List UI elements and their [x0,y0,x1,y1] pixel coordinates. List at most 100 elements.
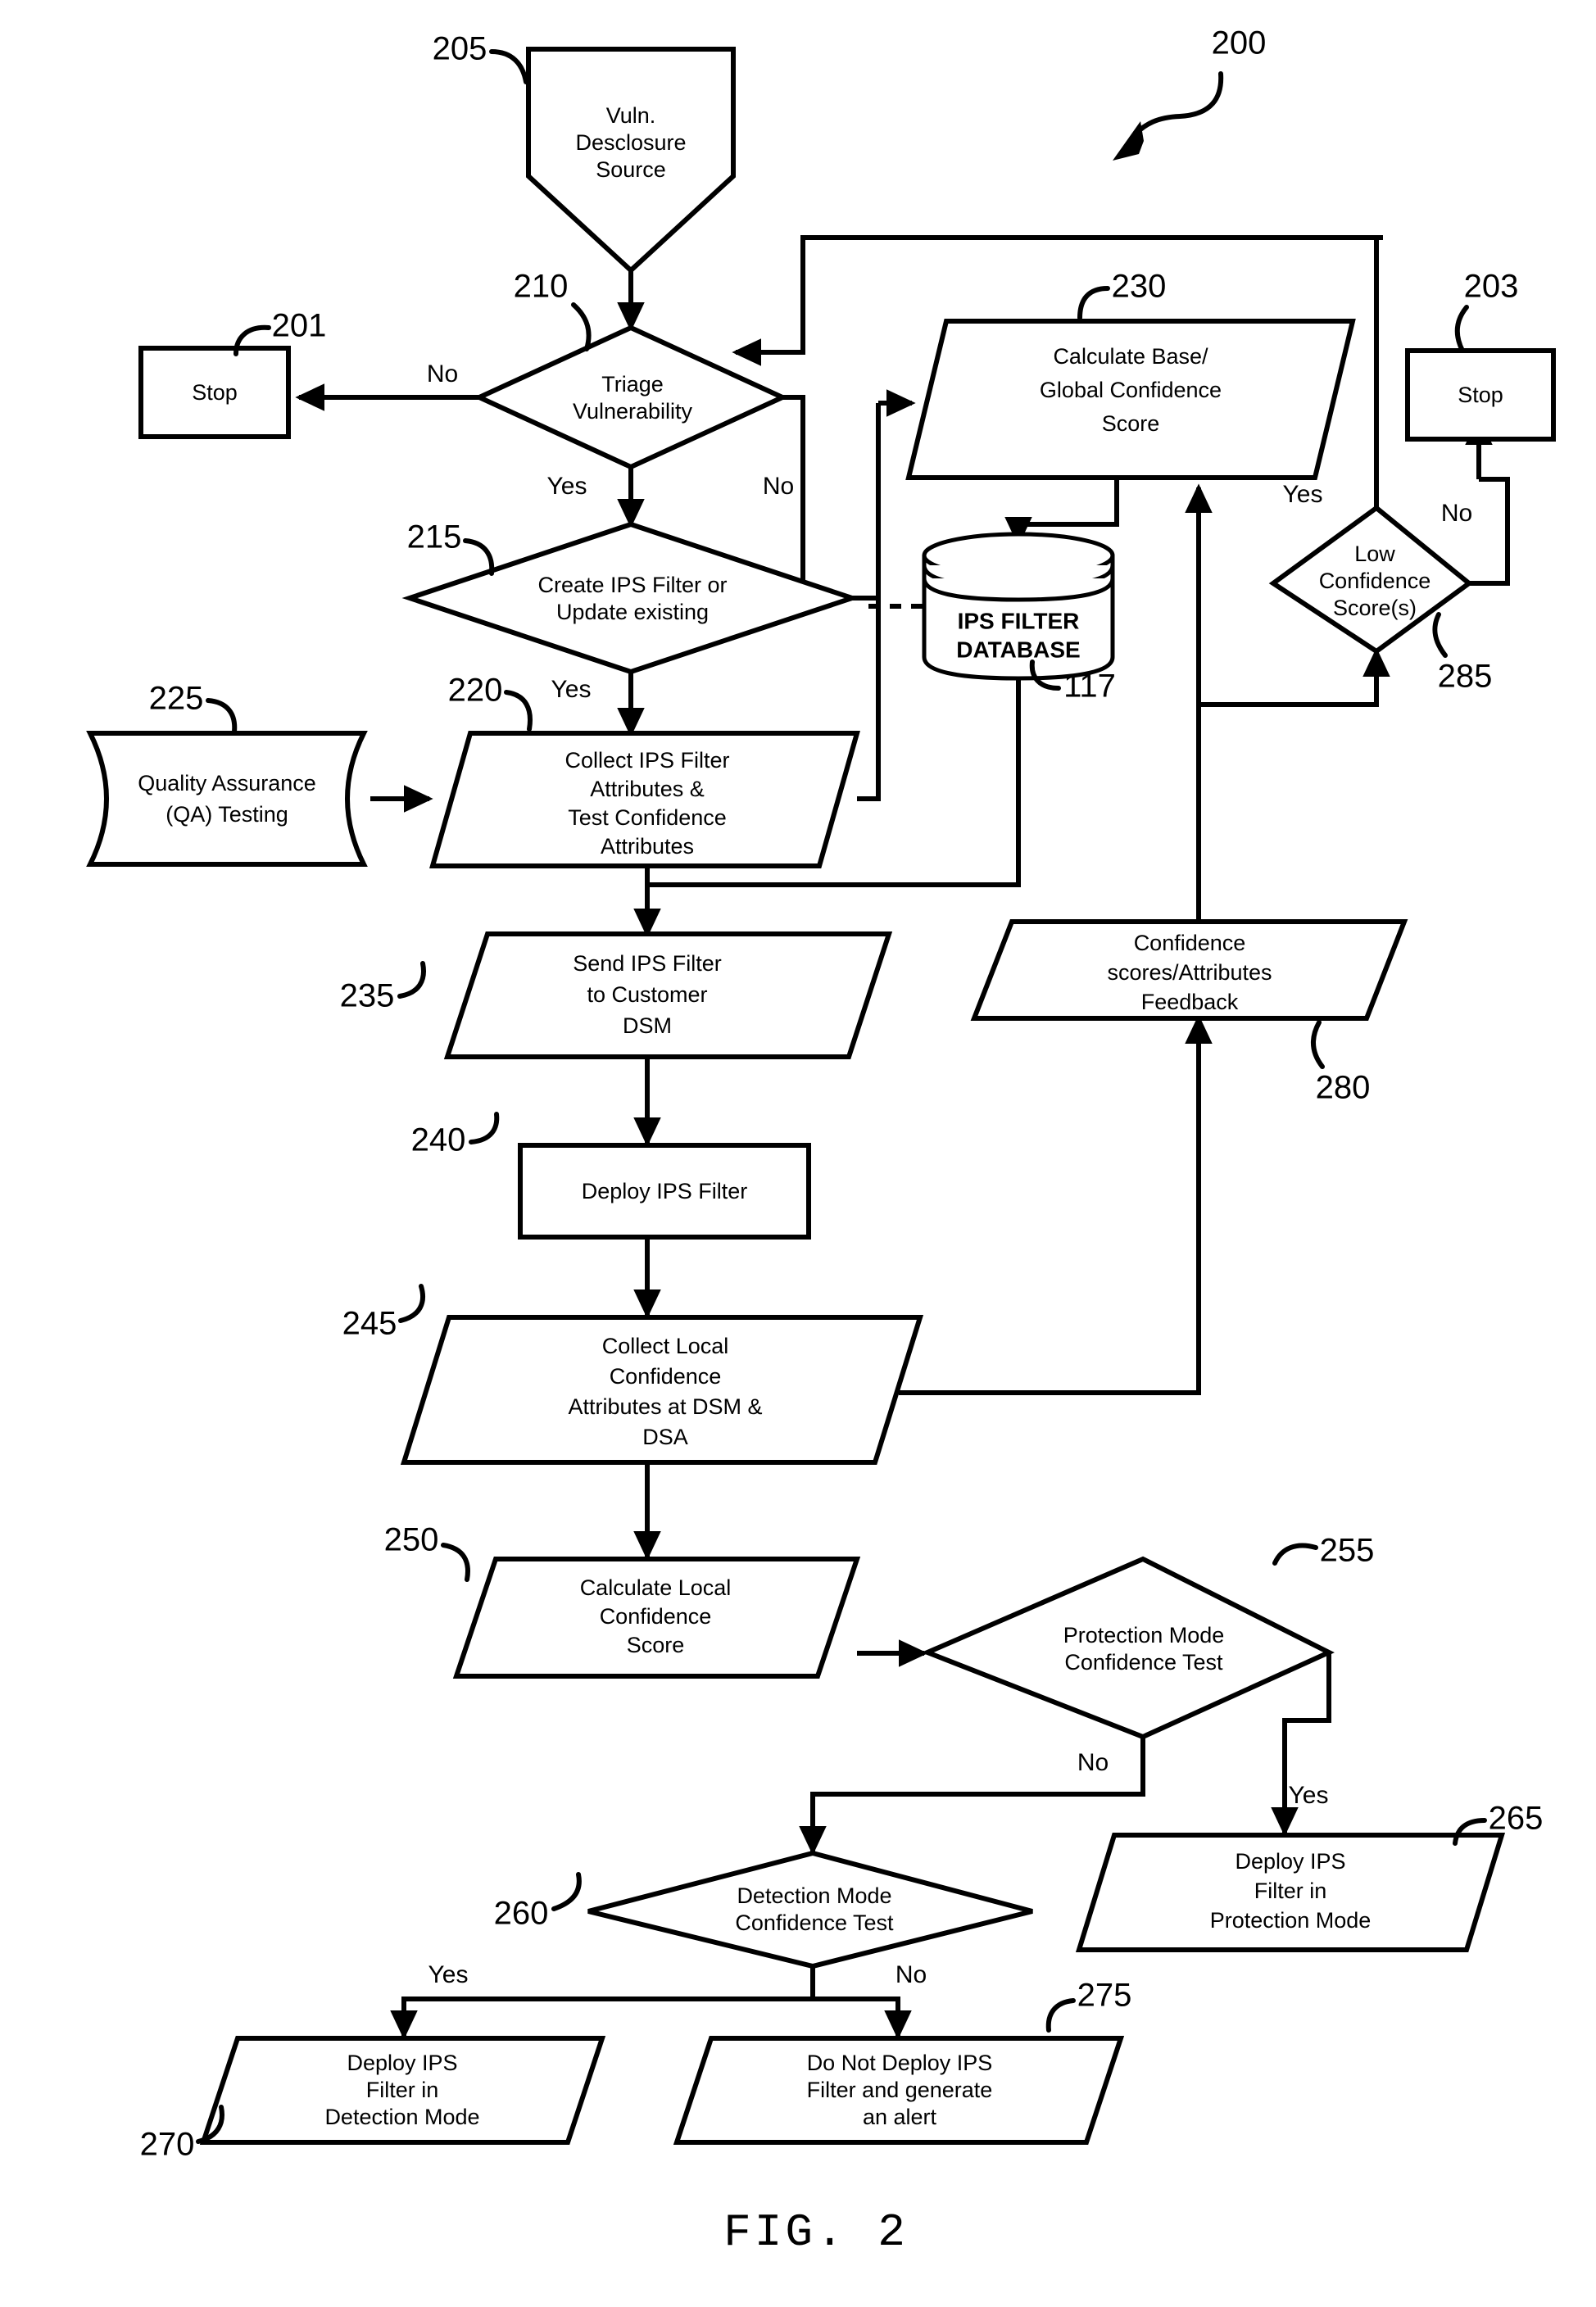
edge-label-detection-yes: Yes [428,1961,469,1988]
node-220-line-2: Test Confidence [568,805,727,830]
node-215-create-or-update-filter [401,521,860,675]
node-285-line-1: Confidence [1319,569,1431,593]
node-205-line-1: Desclosure [575,130,686,155]
node-275-line-2: an alert [863,2105,937,2129]
ref-203: 203 [1464,269,1519,305]
node-205-line-2: Source [596,157,666,182]
leader-275 [1045,1998,1076,2033]
node-280-line-2: Feedback [1141,990,1239,1014]
node-265-line-1: Filter in [1254,1879,1327,1903]
edge-label-protection-yes: Yes [1289,1782,1329,1809]
edge-label-create-yes: Yes [551,676,592,703]
edge-label-lowconf-yes: Yes [1283,481,1323,508]
ref-240: 240 [411,1122,466,1158]
node-265-line-2: Protection Mode [1210,1908,1372,1933]
node-260-detection-mode-test [587,1850,1033,1969]
ref-201: 201 [272,308,327,344]
leader-280 [1311,1020,1325,1069]
leader-240 [469,1112,500,1144]
node-235-line-0: Send IPS Filter [573,951,722,976]
node-270-line-2: Detection Mode [324,2105,479,2129]
node-270-line-0: Deploy IPS [347,2051,457,2075]
ref-260: 260 [494,1896,549,1932]
leader-235 [397,961,426,999]
node-215-line-1: Update existing [556,600,709,624]
edge-285-no-seg [1469,477,1510,586]
ref-245: 245 [342,1306,397,1342]
node-225-line-1: (QA) Testing [165,802,288,827]
ref-205: 205 [433,31,487,67]
node-117-line-1: DATABASE [956,637,1080,662]
edge-220-up-to-230 [857,598,881,801]
node-280-line-0: Confidence [1134,931,1246,955]
ref-255: 255 [1320,1533,1375,1569]
node-215-line-0: Create IPS Filter or [537,573,727,597]
node-260-line-0: Detection Mode [737,1883,891,1908]
leader-230 [1077,286,1110,320]
ref-270: 270 [140,2127,195,2163]
ref-220: 220 [448,673,503,709]
node-210-triage-vulnerability [473,324,789,470]
node-205-line-0: Vuln. [606,103,656,128]
edge-245-to-280 [899,1014,1213,1395]
ref-275: 275 [1077,1978,1132,2014]
node-235-line-1: to Customer [587,982,707,1007]
node-210-line-0: Triage [601,372,664,397]
node-255-protection-mode-test [921,1556,1335,1740]
ref-280: 280 [1316,1070,1371,1106]
leader-285 [1432,612,1448,658]
edge-label-lowconf-no: No [1441,500,1472,527]
node-220-line-3: Attributes [601,834,694,859]
node-225-line-0: Quality Assurance [138,771,316,795]
edge-label-triage-yes: Yes [547,473,587,500]
ref-225: 225 [149,681,204,717]
node-117-line-0: IPS FILTER [958,608,1080,633]
node-245-line-3: DSA [642,1425,688,1449]
node-240-label: Deploy IPS Filter [582,1179,748,1203]
ref-250: 250 [384,1522,439,1558]
node-280-line-1: scores/Attributes [1107,960,1272,985]
node-275-line-1: Filter and generate [807,2078,993,2102]
ref-265: 265 [1489,1801,1544,1837]
node-255-line-0: Protection Mode [1063,1623,1225,1648]
ref-235: 235 [340,978,395,1014]
edge-260-no-to-275 [813,1997,912,2040]
ref-215: 215 [407,519,462,555]
leader-200 [1133,71,1224,136]
edge-label-triage-no-left: No [427,360,458,388]
ref-210: 210 [514,269,569,305]
edge-label-detection-no: No [895,1961,927,1988]
node-285-line-0: Low [1354,542,1395,566]
leader-225 [206,698,238,734]
node-245-line-2: Attributes at DSM & [568,1394,762,1419]
edge-215-no-up [852,403,881,601]
leader-255 [1272,1543,1318,1566]
ref-117: 117 [1063,669,1116,705]
leader-245 [398,1284,425,1323]
node-225-qa-testing [86,731,368,867]
node-255-line-1: Confidence Test [1064,1650,1223,1675]
node-235-line-2: DSM [623,1013,672,1038]
node-250-line-2: Score [627,1633,685,1657]
node-201-label: Stop [192,380,238,405]
node-260-line-1: Confidence Test [735,1910,894,1935]
node-265-line-0: Deploy IPS [1235,1849,1345,1874]
node-203-label: Stop [1458,383,1503,407]
leader-260 [551,1872,582,1911]
node-210-line-1: Vulnerability [573,399,693,424]
leader-220 [504,690,533,732]
edge-label-triage-no-right: No [763,473,794,500]
node-245-line-0: Collect Local [602,1334,729,1358]
ref-200: 200 [1212,25,1267,61]
node-220-line-0: Collect IPS Filter [564,748,729,773]
node-230-line-1: Global Confidence [1040,378,1222,402]
node-250-line-0: Calculate Local [580,1575,732,1600]
leader-250 [441,1543,470,1582]
node-285-line-2: Score(s) [1333,596,1417,620]
node-250-line-1: Confidence [600,1604,712,1629]
leader-203 [1454,305,1469,353]
node-245-line-1: Confidence [610,1364,722,1389]
node-270-line-1: Filter in [366,2078,439,2102]
edge-to-285-bottom [1199,647,1390,707]
node-275-line-0: Do Not Deploy IPS [807,2051,993,2075]
